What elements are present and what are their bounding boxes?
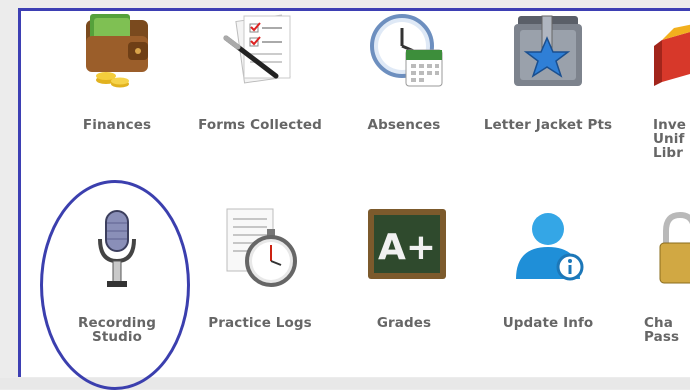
tile-label: Finances	[82, 117, 152, 133]
tile-label: Update Info	[502, 315, 594, 331]
stopwatch-document-icon	[226, 208, 297, 287]
tile-absences[interactable]: Absences	[334, 10, 474, 140]
user-info-icon	[516, 213, 584, 281]
tile-change-password[interactable]: Cha Pass	[610, 205, 690, 355]
tile-label: Letter Jacket Pts	[483, 117, 613, 133]
tile-label: Grades	[376, 315, 432, 331]
tile-label: Inve Unif Libr	[653, 117, 686, 161]
boxes-icon	[654, 24, 690, 86]
wallet-icon	[86, 14, 148, 88]
chalkboard-aplus-icon: A+	[368, 209, 446, 279]
tile-forms-collected[interactable]: Forms Collected	[190, 10, 330, 140]
forms-pen-icon	[223, 14, 291, 84]
bottom-strip	[0, 378, 690, 389]
tile-label: Absences	[367, 117, 441, 133]
star-folder-icon	[514, 15, 582, 86]
tile-label: Cha Pass	[644, 315, 680, 345]
tile-practice-logs[interactable]: Practice Logs	[190, 205, 330, 355]
tile-letter-jacket-pts[interactable]: Letter Jacket Pts	[478, 10, 618, 140]
tile-recording-studio[interactable]: Recording Studio	[47, 205, 187, 355]
tile-label: Practice Logs	[208, 315, 312, 331]
tile-finances[interactable]: Finances	[47, 10, 187, 140]
tile-label: Forms Collected	[198, 117, 322, 133]
tile-inventory-uniform-library[interactable]: Inve Unif Libr	[610, 10, 690, 170]
padlock-icon	[659, 211, 690, 284]
tile-update-info[interactable]: Update Info	[478, 205, 618, 355]
tile-grades[interactable]: A+ Grades	[334, 205, 474, 355]
chalkboard-text: A+	[378, 227, 436, 268]
tile-label: Recording Studio	[78, 315, 156, 345]
clock-calendar-icon	[370, 14, 443, 87]
microphone-icon	[98, 210, 136, 287]
